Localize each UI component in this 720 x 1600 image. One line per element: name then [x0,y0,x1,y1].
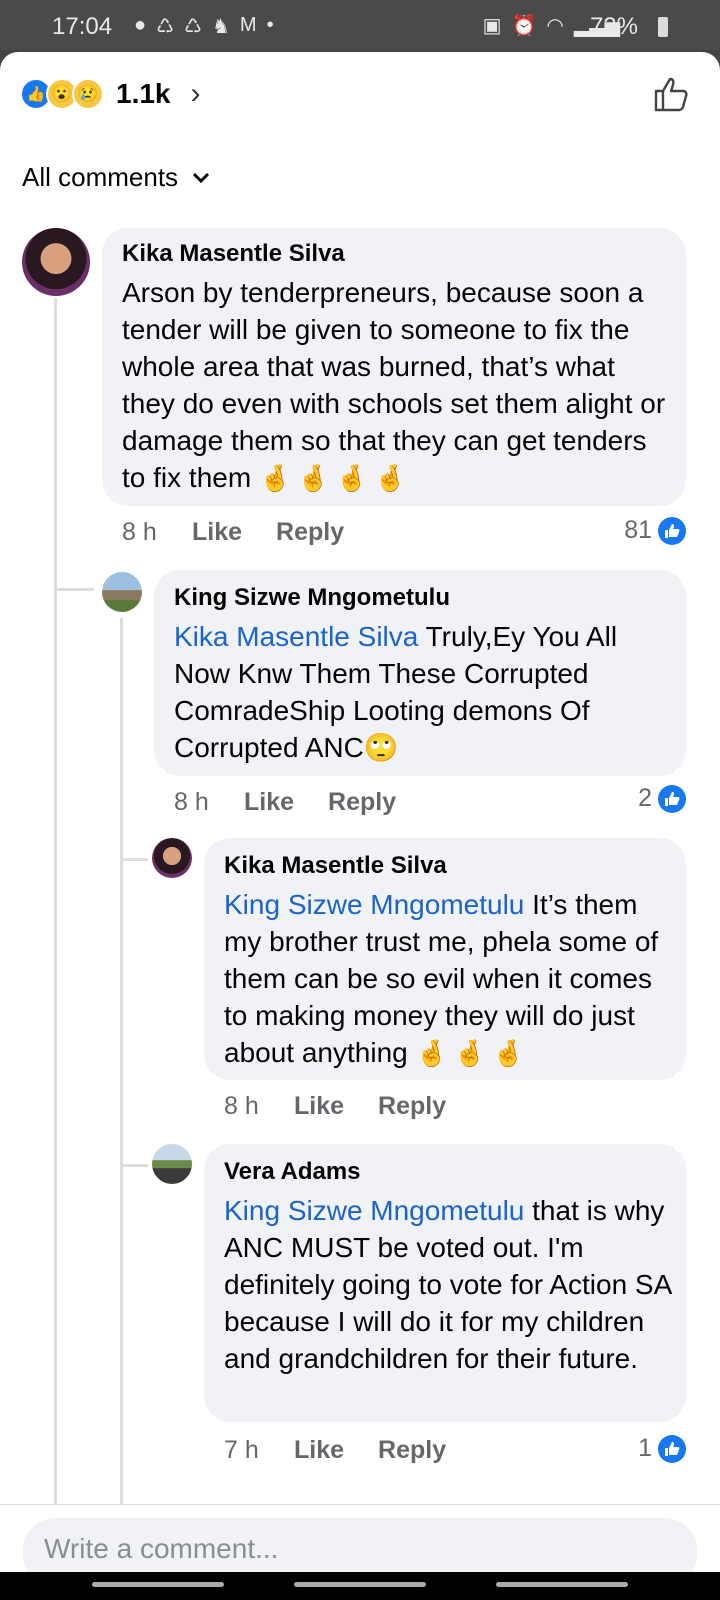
comment-author[interactable]: Vera Adams [224,1158,361,1186]
notification-icon: ♞ [211,16,230,38]
comments-sheet: 👍 😮 😢 1.1k › All comments Kika Masentle … [0,52,720,1572]
comment-time: 8 h [122,518,157,546]
eye-roll-emoji: 🙄 [363,732,399,763]
mail-icon: M [239,14,257,36]
fingers-crossed-emoji: 🤞🤞🤞 [415,1038,531,1068]
avatar[interactable] [102,572,142,612]
comment-time: 8 h [224,1092,259,1120]
reply-button[interactable]: Reply [328,788,396,817]
comment-time: 7 h [224,1436,259,1464]
comment-actions: 8 h Like Reply [174,788,430,817]
reply-button[interactable]: Reply [378,1436,446,1465]
battery-percent: 72% [589,13,638,40]
lock-icon: ▣ [482,15,502,37]
like-button[interactable]: Like [294,1092,344,1121]
reply-button[interactable]: Reply [378,1092,446,1121]
comment-sort-dropdown[interactable]: All comments [22,162,210,193]
comment-author[interactable]: King Sizwe Mngometulu [174,584,450,612]
mention-link[interactable]: King Sizwe Mngometulu [224,1195,524,1226]
like-badge-icon [658,516,686,545]
notification-icon: ♺ [184,16,202,38]
nav-back-button[interactable] [496,1582,628,1587]
comment-composer-bar [0,1504,720,1572]
comment-actions: 8 h Like Reply [122,518,378,547]
like-post-icon[interactable] [652,74,692,114]
notification-icons: ● ♺ ♺ ♞ M • [134,14,274,39]
comment-text: Kika Masentle Silva Truly,Ey You All Now… [174,618,670,766]
like-count: 81 [624,516,652,544]
like-count: 1 [638,1434,652,1462]
thread-connector [54,588,94,591]
reaction-count: 1.1k [116,78,171,109]
sort-label: All comments [22,162,179,192]
status-bar: 17:04 ● ♺ ♺ ♞ M • ▣ ⏰ ◠ ▂▃▅ 72% [0,0,720,50]
alarm-icon: ⏰ [511,15,537,37]
like-badge-icon [658,784,686,813]
notification-icon: ● [134,14,147,36]
comment-text: King Sizwe Mngometulu It’s them my broth… [224,886,674,1072]
battery-icon [658,17,668,37]
like-button[interactable]: Like [294,1436,344,1465]
comment-actions: 8 h Like Reply [224,1092,480,1121]
comment-author[interactable]: Kika Masentle Silva [122,240,345,268]
thread-connector [120,858,148,861]
chevron-right-icon: › [190,77,201,110]
mention-link[interactable]: King Sizwe Mngometulu [224,889,524,920]
comment-input[interactable] [42,1532,666,1566]
comment-time: 8 h [174,788,209,816]
avatar[interactable] [152,838,192,878]
like-badge-icon [658,1434,686,1463]
like-count: 2 [638,784,652,812]
reply-button[interactable]: Reply [276,518,344,547]
dot-icon: • [266,14,274,36]
thread-line [120,618,123,1572]
reactions-summary[interactable]: 👍 😮 😢 1.1k › [20,77,201,111]
nav-home-button[interactable] [294,1582,426,1587]
mention-link[interactable]: Kika Masentle Silva [174,621,418,652]
comment-input-container[interactable] [22,1518,698,1572]
thread-connector [120,1164,148,1167]
nav-recents-button[interactable] [92,1582,224,1587]
like-button[interactable]: Like [192,518,242,547]
wifi-icon: ◠ [546,15,564,37]
fingers-crossed-emoji: 🤞🤞🤞🤞 [258,463,413,493]
thread-line [54,298,57,1572]
comment-body: Arson by tenderpreneurs, because soon a … [122,277,666,493]
comment-like-count[interactable]: 2 [638,784,686,813]
notification-icon: ♺ [156,16,175,38]
status-time: 17:04 [52,13,113,40]
comment-text: King Sizwe Mngometulu that is why ANC MU… [224,1192,674,1377]
like-button[interactable]: Like [244,788,294,817]
system-nav-bar [0,1572,720,1600]
comment-actions: 7 h Like Reply [224,1436,480,1465]
avatar[interactable] [152,1144,192,1184]
chevron-down-icon [192,172,210,183]
comment-like-count[interactable]: 1 [638,1434,686,1463]
avatar[interactable] [22,228,90,296]
sad-reaction-icon: 😢 [72,78,104,110]
comment-author[interactable]: Kika Masentle Silva [224,852,447,880]
comment-like-count[interactable]: 81 [624,516,686,545]
comment-text: Arson by tenderpreneurs, because soon a … [122,274,672,497]
